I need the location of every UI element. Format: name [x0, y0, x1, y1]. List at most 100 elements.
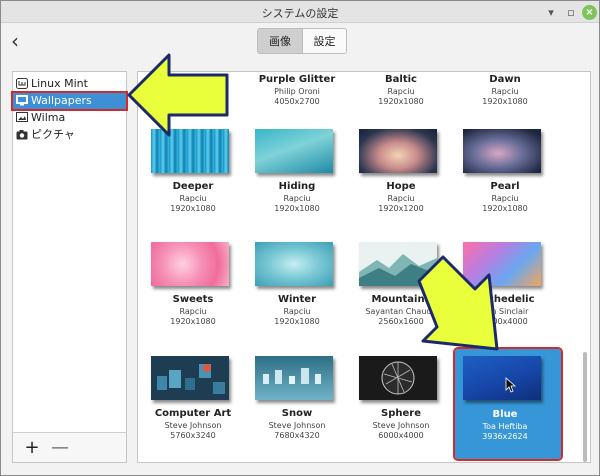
sidebar-item-pictures[interactable]: ピクチャ — [13, 127, 126, 143]
wallpaper-resolution: 7680x4320 — [274, 431, 320, 440]
wallpaper-name: Pearl — [490, 181, 520, 192]
wallpaper-author: Sayantan Chaudh — [365, 307, 437, 316]
wallpaper-resolution: 6000x4000 — [378, 431, 424, 440]
mint-logo-icon — [16, 78, 28, 89]
wallpaper-tile[interactable]: Mountains Sayantan Chaudh 2560x1600 — [351, 242, 457, 346]
wallpaper-author: Rapciu — [179, 307, 207, 316]
wallpaper-tile[interactable]: Sphere Steve Johnson 6000x4000 — [351, 356, 457, 460]
tab-switcher: 画像 設定 — [257, 28, 347, 54]
minimize-icon[interactable]: ▾ — [543, 4, 559, 20]
wallpaper-resolution: 3936x2624 — [482, 432, 528, 441]
wallpaper-resolution: 1920x1080 — [170, 204, 216, 213]
wallpaper-author: Rapciu — [387, 194, 415, 203]
wallpaper-resolution: 1920x1080 — [170, 317, 216, 326]
wallpaper-tile[interactable]: Purple Glitter Philip Oroni 4050x2700 — [247, 72, 353, 126]
wallpaper-thumbnail — [255, 242, 333, 286]
wallpaper-author: Rapciu — [283, 307, 311, 316]
wallpaper-resolution: 4050x2700 — [274, 97, 320, 106]
remove-folder-button[interactable]: — — [49, 437, 71, 459]
wallpaper-tile[interactable]: Hope Rapciu 1920x1200 — [351, 129, 457, 233]
wallpaper-name: Sweets — [172, 294, 214, 305]
wallpaper-resolution: 1920x1200 — [378, 204, 424, 213]
sidebar-item-label: Wallpapers — [31, 94, 92, 107]
sidebar-item-wallpapers[interactable]: Wallpapers — [11, 91, 128, 111]
wallpaper-author: Rapciu — [491, 194, 519, 203]
sidebar-item-label: Wilma — [31, 111, 66, 124]
wallpaper-tile[interactable]: sychedelic ean Sinclair 6000x4000 — [455, 242, 561, 346]
toolbar: ‹ 画像 設定 — [1, 23, 599, 63]
sidebar-item-linux-mint[interactable]: Linux Mint — [13, 76, 126, 92]
wallpaper-name: Sphere — [381, 408, 421, 419]
sidebar-item-label: ピクチャ — [31, 128, 75, 141]
wallpaper-thumbnail — [463, 242, 541, 286]
wallpaper-name: Blue — [492, 409, 518, 420]
wallpaper-name: Computer Art — [154, 408, 232, 419]
wallpaper-resolution: 1920x1080 — [274, 204, 320, 213]
wallpaper-resolution: 1920x1080 — [378, 97, 424, 106]
wallpaper-tile-selected[interactable]: Blue Toa Heftiba 3936x2624 — [453, 347, 563, 461]
wallpaper-tile[interactable]: Winter Rapciu 1920x1080 — [247, 242, 353, 346]
wallpaper-resolution: 6000x4000 — [482, 317, 528, 326]
wallpaper-thumbnail — [359, 356, 437, 400]
tab-images[interactable]: 画像 — [258, 29, 302, 53]
wallpaper-name: Snow — [281, 408, 313, 419]
wallpaper-author: Philip Oroni — [274, 87, 320, 96]
wallpaper-thumbnail — [359, 129, 437, 173]
wallpaper-resolution: 2560x1600 — [378, 317, 424, 326]
wallpaper-resolution: 5760x3240 — [170, 431, 216, 440]
wallpaper-name: sychedelic — [475, 294, 535, 305]
monitor-icon — [16, 95, 28, 106]
tab-settings[interactable]: 設定 — [302, 29, 346, 53]
sidebar-item-label: Linux Mint — [31, 77, 88, 90]
window-title: システムの設定 — [261, 7, 339, 20]
wallpaper-author: Steve Johnson — [372, 421, 430, 430]
wallpaper-thumbnail — [255, 129, 333, 173]
wallpaper-thumbnail — [359, 242, 437, 286]
back-arrow-icon[interactable]: ‹ — [11, 31, 19, 51]
sidebar: Linux Mint Wallpapers Wilma ピクチャ + — — [11, 71, 128, 463]
sidebar-item-wilma[interactable]: Wilma — [13, 110, 126, 126]
wallpaper-tile[interactable]: Hiding Rapciu 1920x1080 — [247, 129, 353, 233]
scrollbar[interactable] — [583, 352, 587, 462]
title-bar: システムの設定 ▾ ▫ × — [1, 1, 599, 23]
wallpaper-name: Purple Glitter — [258, 74, 336, 85]
close-icon[interactable]: × — [582, 5, 597, 20]
wallpaper-thumbnail — [151, 242, 229, 286]
wallpaper-author: Rapciu — [491, 87, 519, 96]
wallpaper-author: Rapciu — [179, 194, 207, 203]
maximize-icon[interactable]: ▫ — [563, 4, 579, 20]
wallpaper-author: Rapciu — [387, 87, 415, 96]
wallpaper-name: Mountains — [371, 294, 431, 305]
wallpaper-name: Baltic — [385, 74, 417, 85]
wallpaper-author: Steve Johnson — [268, 421, 326, 430]
wallpaper-tile[interactable]: Snow Steve Johnson 7680x4320 — [247, 356, 353, 460]
wallpaper-name: Dawn — [489, 74, 521, 85]
wallpaper-resolution: 1920x1080 — [482, 97, 528, 106]
wallpaper-tile[interactable]: Computer Art Steve Johnson 5760x3240 — [143, 356, 249, 460]
wallpaper-author: ean Sinclair — [481, 307, 529, 316]
add-folder-button[interactable]: + — [21, 437, 43, 459]
wallpaper-author: Rapciu — [283, 194, 311, 203]
wallpaper-thumbnail — [151, 129, 229, 173]
wallpaper-thumbnail — [463, 356, 541, 400]
wallpaper-thumbnail — [255, 356, 333, 400]
wallpaper-thumbnail — [463, 129, 541, 173]
wallpaper-grid: Purple Glitter Philip Oroni 4050x2700 Ba… — [137, 71, 591, 463]
wallpaper-tile[interactable]: Deeper Rapciu 1920x1080 — [143, 129, 249, 233]
mouse-cursor-icon — [505, 377, 517, 393]
wallpaper-name: Deeper — [172, 181, 214, 192]
sidebar-actions: + — — [13, 432, 126, 462]
wallpaper-thumbnail — [151, 356, 229, 400]
wallpaper-tile[interactable]: Sweets Rapciu 1920x1080 — [143, 242, 249, 346]
wallpaper-tile[interactable]: Pearl Rapciu 1920x1080 — [455, 129, 561, 233]
wallpaper-author: Toa Heftiba — [482, 422, 528, 431]
wallpaper-name: Hope — [386, 181, 416, 192]
wallpaper-resolution: 1920x1080 — [482, 204, 528, 213]
image-icon — [16, 112, 28, 122]
wallpaper-tile[interactable]: Dawn Rapciu 1920x1080 — [455, 72, 561, 126]
wallpaper-tile[interactable]: Baltic Rapciu 1920x1080 — [351, 72, 457, 126]
wallpaper-resolution: 1920x1080 — [274, 317, 320, 326]
wallpaper-name: Hiding — [278, 181, 316, 192]
settings-window: システムの設定 ▾ ▫ × ‹ 画像 設定 Linux Mint Wallpap… — [0, 0, 600, 476]
wallpaper-name: Winter — [277, 294, 317, 305]
